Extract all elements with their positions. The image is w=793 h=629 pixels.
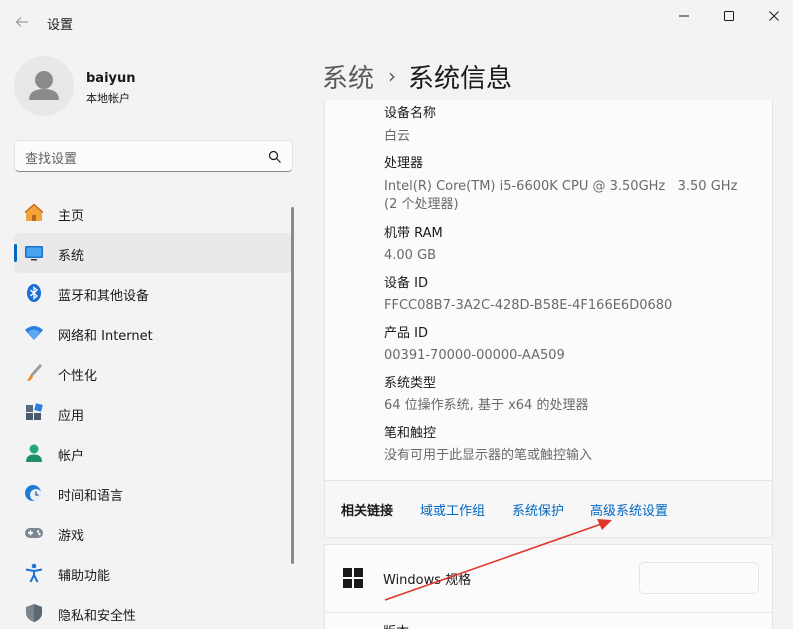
sidebar-item-label: 系统 (58, 249, 85, 264)
spec-value: 64 位操作系统, 基于 x64 的处理器 (384, 398, 589, 413)
spec-label: 笔和触控 (384, 426, 437, 441)
spec-value: 没有可用于此显示器的笔或触控输入 (384, 448, 593, 463)
sidebar-item-privacy[interactable]: 隐私和安全性 (14, 593, 292, 629)
system-protection-link[interactable]: 系统保护 (512, 500, 564, 519)
brush-icon (23, 362, 45, 384)
spec-value: 白云 (384, 129, 411, 144)
account-type: 本地帐户 (86, 92, 130, 105)
sidebar-scrollbar[interactable] (291, 207, 294, 564)
spec-value: Intel(R) Core(TM) i5-6600K CPU @ 3.50GHz… (384, 179, 738, 194)
sidebar-item-label: 帐户 (58, 449, 85, 464)
search-placeholder: 查找设置 (25, 152, 78, 167)
page-title: 系统信息 (408, 63, 513, 94)
breadcrumb-separator: › (388, 64, 397, 88)
sidebar-item-label: 辅助功能 (58, 569, 111, 584)
account-icon (23, 442, 45, 464)
sidebar-item-label: 时间和语言 (58, 489, 124, 504)
breadcrumb-parent[interactable]: 系统 (322, 58, 374, 95)
spec-label: 设备 ID (384, 276, 428, 291)
bluetooth-icon (23, 282, 45, 304)
title-bar: 设置 (0, 0, 793, 44)
sidebar-item-personalization[interactable]: 个性化 (14, 353, 292, 393)
spec-label: 处理器 (384, 156, 424, 171)
wifi-icon (23, 322, 45, 344)
related-links-label: 相关链接 (341, 504, 394, 519)
spec-value: 4.00 GB (384, 248, 437, 263)
avatar (14, 56, 74, 116)
domain-workgroup-link[interactable]: 域或工作组 (420, 500, 485, 519)
spec-label: 设备名称 (384, 106, 437, 121)
sidebar-item-accounts[interactable]: 帐户 (14, 433, 292, 473)
home-icon (23, 202, 45, 224)
search-input[interactable]: 查找设置 (14, 140, 293, 172)
spec-value: FFCC08B7-3A2C-428D-B58E-4F166E6D0680 (384, 298, 673, 313)
minimize-icon[interactable] (662, 4, 706, 28)
spec-value-secondary: (2 个处理器) (384, 197, 459, 212)
breadcrumb: 系统 › 系统信息 (322, 56, 512, 96)
back-arrow-icon[interactable] (10, 10, 34, 34)
system-icon (23, 242, 45, 264)
related-links-card: 相关链接 域或工作组 系统保护 高级系统设置 (324, 480, 773, 538)
sidebar-item-label: 游戏 (58, 529, 85, 544)
sidebar-item-label: 蓝牙和其他设备 (58, 289, 150, 304)
spec-label: 系统类型 (384, 376, 437, 391)
sidebar-nav: 主页 系统 蓝牙和其他设备 网络和 Internet 个性化 应用 帐户 时间和… (14, 193, 292, 629)
sidebar-item-label: 隐私和安全性 (58, 609, 137, 624)
sidebar-item-apps[interactable]: 应用 (14, 393, 292, 433)
gamepad-icon (23, 522, 45, 544)
accessibility-icon (23, 562, 45, 584)
sidebar-item-time-language[interactable]: 时间和语言 (14, 473, 292, 513)
search-icon[interactable] (268, 149, 282, 163)
windows-spec-card[interactable]: Windows 规格 (324, 544, 773, 612)
active-indicator (14, 244, 17, 262)
sidebar-item-bluetooth[interactable]: 蓝牙和其他设备 (14, 273, 292, 313)
version-label: 版本 (383, 621, 409, 629)
apps-icon (23, 402, 45, 424)
sidebar-item-home[interactable]: 主页 (14, 193, 292, 233)
sidebar-item-label: 网络和 Internet (58, 329, 153, 344)
clock-globe-icon (23, 482, 45, 504)
device-specs-card: 设备名称 白云 处理器 Intel(R) Core(TM) i5-6600K C… (324, 100, 773, 480)
user-name: baiyun (86, 71, 136, 86)
windows-logo-icon (343, 568, 363, 588)
sidebar-item-label: 个性化 (58, 369, 98, 384)
copy-button[interactable] (639, 562, 759, 594)
sidebar-item-accessibility[interactable]: 辅助功能 (14, 553, 292, 593)
close-icon[interactable] (752, 4, 793, 28)
sidebar-item-label: 主页 (58, 209, 85, 224)
advanced-system-settings-link[interactable]: 高级系统设置 (590, 500, 668, 519)
version-card[interactable]: 版本 (324, 612, 773, 629)
spec-label: 机带 RAM (384, 226, 443, 241)
spec-label: 产品 ID (384, 326, 428, 341)
sidebar-item-gaming[interactable]: 游戏 (14, 513, 292, 553)
spec-value: 00391-70000-00000-AA509 (384, 348, 565, 363)
sidebar-item-label: 应用 (58, 409, 85, 424)
user-profile[interactable]: baiyun 本地帐户 (14, 56, 294, 116)
sidebar-item-network[interactable]: 网络和 Internet (14, 313, 292, 353)
sidebar-item-system[interactable]: 系统 (14, 233, 292, 273)
windows-spec-label: Windows 规格 (383, 573, 472, 588)
maximize-icon[interactable] (707, 4, 751, 28)
app-title: 设置 (47, 18, 74, 33)
shield-icon (23, 602, 45, 624)
